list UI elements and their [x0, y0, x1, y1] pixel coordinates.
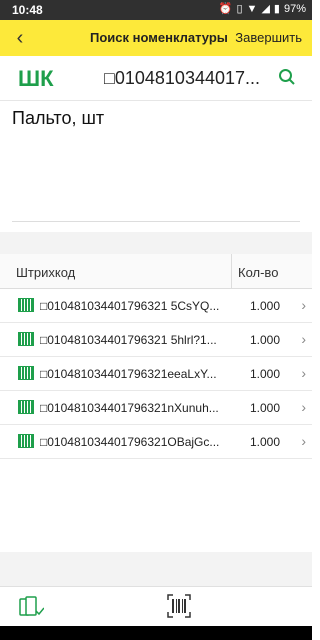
chevron-right-icon: ›: [301, 297, 306, 313]
table-row[interactable]: □010481034401796321 5hlrl?1... 1.000 ›: [0, 323, 312, 357]
empty-area: [0, 552, 312, 586]
barcode-icon: [18, 366, 34, 380]
row-qty: 1.000: [250, 299, 281, 313]
chevron-right-icon: ›: [301, 399, 306, 415]
row-barcode: □010481034401796321nXunuh...: [40, 401, 219, 415]
row-barcode: □010481034401796321OBajGc...: [40, 435, 220, 449]
page-title: Поиск номенклатуры: [90, 30, 228, 45]
header-barcode: Штрихкод: [16, 265, 76, 280]
section-gap: [0, 232, 312, 254]
barcode-icon: [18, 434, 34, 448]
chevron-right-icon: ›: [301, 433, 306, 449]
bottom-toolbar: [0, 586, 312, 627]
table-row[interactable]: □010481034401796321eeaLxY... 1.000 ›: [0, 357, 312, 391]
top-toolbar: ‹ Поиск номенклатуры Завершить: [0, 20, 312, 56]
row-qty: 1.000: [250, 435, 281, 449]
table-header: Штрихкод Кол-во: [0, 254, 312, 289]
barcode-scan-icon[interactable]: [166, 593, 192, 619]
barcode-icon: [18, 332, 34, 346]
table-row[interactable]: □010481034401796321nXunuh... 1.000 ›: [0, 391, 312, 425]
devices-icon[interactable]: [18, 595, 44, 619]
row-qty: 1.000: [250, 333, 281, 347]
row-qty: 1.000: [250, 367, 281, 381]
barcode-search-bar: ШК □0104810344017...: [0, 56, 312, 101]
status-bar: 10:48 ⏰ ▯ ▼ ◢ ▮ 97%: [0, 0, 312, 20]
row-qty: 1.000: [250, 401, 281, 415]
chevron-right-icon: ›: [301, 365, 306, 381]
battery-icon: ▮: [273, 3, 280, 15]
arrow-left-icon[interactable]: ‹: [6, 24, 34, 52]
status-icons: ⏰ ▯ ▼ ◢ ▮ 97%: [218, 2, 306, 16]
header-qty: Кол-во: [238, 265, 279, 280]
signal-icon: ◢: [261, 3, 270, 15]
row-barcode: □010481034401796321 5hlrl?1...: [40, 333, 217, 347]
table-row[interactable]: □010481034401796321 5CsYQ... 1.000 ›: [0, 289, 312, 323]
divider: [12, 221, 300, 222]
item-name: Пальто, шт: [12, 108, 105, 128]
search-icon[interactable]: [278, 68, 296, 86]
header-separator: [231, 254, 232, 288]
alarm-icon: ⏰: [218, 3, 233, 15]
barcode-label: ШК: [18, 66, 54, 91]
chevron-right-icon: ›: [301, 331, 306, 347]
finish-button[interactable]: Завершить: [235, 30, 302, 45]
status-time: 10:48: [12, 3, 43, 17]
row-barcode: □010481034401796321eeaLxY...: [40, 367, 217, 381]
barcode-icon: [18, 400, 34, 414]
barcode-search-field[interactable]: □0104810344017...: [104, 68, 264, 89]
table-row[interactable]: □010481034401796321OBajGc... 1.000 ›: [0, 425, 312, 459]
vibrate-icon: ▯: [236, 3, 243, 15]
row-barcode: □010481034401796321 5CsYQ...: [40, 299, 220, 313]
battery-percent: 97%: [283, 2, 306, 15]
barcode-table: □010481034401796321 5CsYQ... 1.000 › □01…: [0, 289, 312, 459]
barcode-icon: [18, 298, 34, 312]
system-nav-bar: [0, 626, 312, 640]
wifi-icon: ▼: [246, 2, 258, 15]
